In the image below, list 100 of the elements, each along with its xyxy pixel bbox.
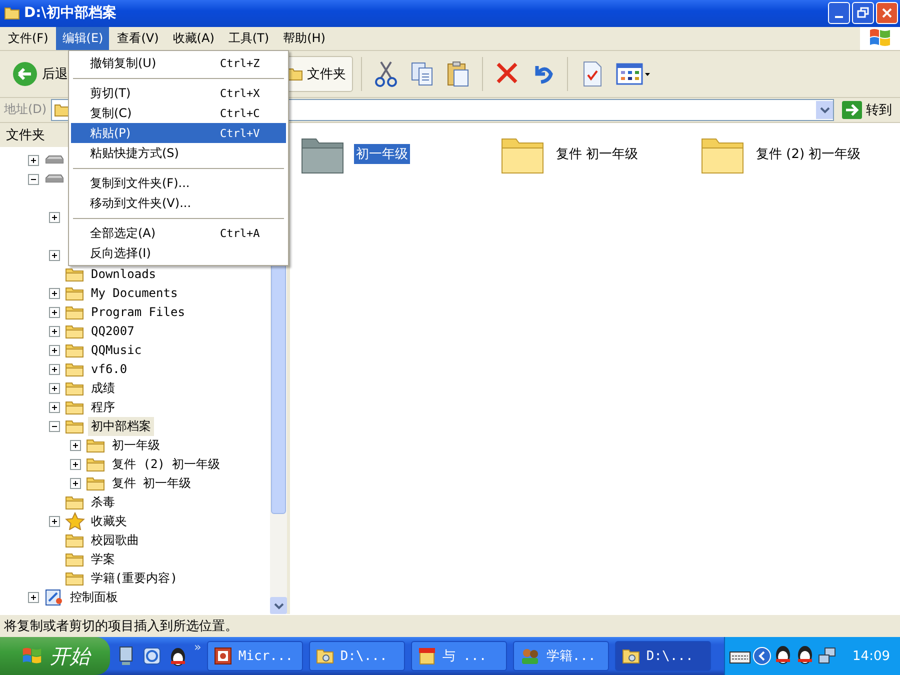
menu-option[interactable]: 移动到文件夹(V)...: [71, 193, 286, 213]
tree-item[interactable]: My Documents: [88, 285, 181, 302]
folder-icon: [65, 494, 85, 510]
expander-icon[interactable]: [28, 154, 39, 166]
taskbar-button[interactable]: 与 ...: [411, 641, 508, 671]
network-icon[interactable]: [816, 646, 837, 666]
minimize-icon: [835, 16, 843, 18]
expander-icon[interactable]: [28, 592, 39, 603]
close-icon: [881, 7, 893, 20]
folder-icon: [622, 648, 640, 664]
folder-icon: [65, 361, 85, 378]
taskbar-button[interactable]: D:\...: [615, 641, 712, 671]
folder-name[interactable]: 初一年级: [354, 144, 410, 164]
status-text: 将复制或者剪切的项目插入到所选位置。: [4, 618, 238, 636]
folder-icon: [86, 475, 106, 492]
folder-icon: [4, 6, 20, 20]
expander-icon[interactable]: [49, 364, 60, 375]
menu-item[interactable]: 帮助(H): [277, 26, 332, 50]
window-title: D:\初中部档案: [24, 4, 118, 22]
menu-option[interactable]: 粘贴快捷方式(S): [71, 143, 286, 163]
penguin-icon[interactable]: [168, 645, 188, 667]
taskbar-button[interactable]: 学籍...: [513, 641, 610, 671]
taskbar-button[interactable]: D:\...: [309, 641, 406, 671]
folder-name[interactable]: 复件 (2) 初一年级: [754, 144, 863, 164]
menu-option[interactable]: 全部选定(A) Ctrl+A: [71, 223, 286, 243]
close-button[interactable]: [876, 2, 898, 24]
tree-item[interactable]: 学案: [88, 550, 118, 569]
menu-option[interactable]: 复制到文件夹(F)...: [71, 173, 286, 193]
tree-item[interactable]: 收藏夹: [88, 512, 130, 531]
people-icon: [520, 647, 540, 665]
scissors-icon[interactable]: [373, 60, 399, 88]
chevron-left-icon[interactable]: [752, 647, 771, 665]
tree-item[interactable]: QQ2007: [88, 323, 138, 340]
folder-icon: [54, 102, 70, 117]
menu-item[interactable]: 工具(T): [222, 26, 276, 50]
expander-icon[interactable]: [49, 382, 60, 394]
taskbar-button[interactable]: Micr...: [207, 641, 304, 671]
chevron-down-icon: [274, 602, 284, 610]
expander-icon[interactable]: [49, 212, 60, 223]
folder-icon: [65, 532, 85, 548]
copy-icon[interactable]: [409, 60, 435, 88]
expander-icon[interactable]: [49, 344, 60, 356]
star-icon: [65, 512, 85, 530]
more-chevron[interactable]: »: [194, 640, 202, 654]
tree-item[interactable]: QQMusic: [88, 342, 145, 358]
expander-icon[interactable]: [49, 250, 60, 261]
clipboard-icon[interactable]: [445, 60, 471, 88]
folder-icon: [65, 570, 85, 586]
folder-name[interactable]: 复件 初一年级: [554, 144, 640, 164]
expander-icon[interactable]: [49, 402, 60, 413]
windows-logo-icon: [860, 26, 900, 50]
minimize-button[interactable]: [828, 2, 850, 24]
tree-item[interactable]: 杀毒: [88, 492, 118, 512]
folder-icon: [287, 66, 303, 82]
menu-item[interactable]: 收藏(A): [166, 26, 220, 50]
tree-item[interactable]: 复件 (2) 初一年级: [109, 454, 224, 474]
menu-item[interactable]: 文件(F): [2, 26, 54, 50]
folder-icon: [65, 399, 85, 416]
menu-option[interactable]: 粘贴(P) Ctrl+V: [71, 123, 286, 143]
expander-icon[interactable]: [70, 440, 81, 451]
start-button[interactable]: 开始: [0, 637, 110, 675]
tree-item[interactable]: Downloads: [88, 266, 160, 282]
tree-item[interactable]: 初一年级: [109, 436, 163, 455]
folder-icon: [65, 342, 85, 358]
restore-icon: [857, 7, 869, 20]
expander-icon[interactable]: [49, 420, 60, 432]
tree-item[interactable]: vf6.0: [88, 361, 130, 378]
tree-item[interactable]: 控制面板: [67, 588, 121, 607]
pane-title: 文件夹: [6, 126, 45, 144]
menu-option[interactable]: 复制(C) Ctrl+C: [71, 103, 286, 123]
expander-icon[interactable]: [28, 174, 39, 185]
tree-item[interactable]: 程序: [88, 398, 118, 417]
expander-icon[interactable]: [49, 306, 60, 318]
folder-icon: [86, 437, 106, 454]
tree-item[interactable]: 复件 初一年级: [109, 474, 194, 493]
folder-icon: [65, 418, 85, 434]
menu-option[interactable]: 反向选择(I): [71, 243, 286, 263]
folder-icon: [65, 285, 85, 302]
clock: 14:09: [852, 648, 890, 664]
menu-item[interactable]: 编辑(E): [56, 26, 110, 50]
folder-icon: [65, 266, 85, 282]
folder-icon: [316, 648, 334, 664]
expander-icon[interactable]: [49, 326, 60, 337]
scroll-down-button[interactable]: [270, 597, 287, 614]
go-button[interactable]: 转到: [838, 100, 896, 119]
tree-item[interactable]: Program Files: [88, 304, 188, 320]
folder-icon: [65, 323, 85, 340]
expander-icon[interactable]: [70, 458, 81, 470]
tree-item[interactable]: 成绩: [88, 378, 118, 398]
folder-icon: [65, 551, 85, 568]
tree-item[interactable]: 学籍(重要内容): [88, 568, 180, 588]
address-label: 地址(D): [4, 101, 47, 118]
tree-item[interactable]: 校园歌曲: [88, 530, 142, 550]
expander-icon[interactable]: [49, 516, 60, 527]
expander-icon[interactable]: [70, 478, 81, 489]
tree-item[interactable]: 初中部档案: [88, 416, 154, 436]
restore-button[interactable]: [852, 2, 874, 24]
expander-icon[interactable]: [49, 288, 60, 299]
menu-item[interactable]: 查看(V): [111, 26, 165, 50]
folder-icon: [65, 304, 85, 320]
